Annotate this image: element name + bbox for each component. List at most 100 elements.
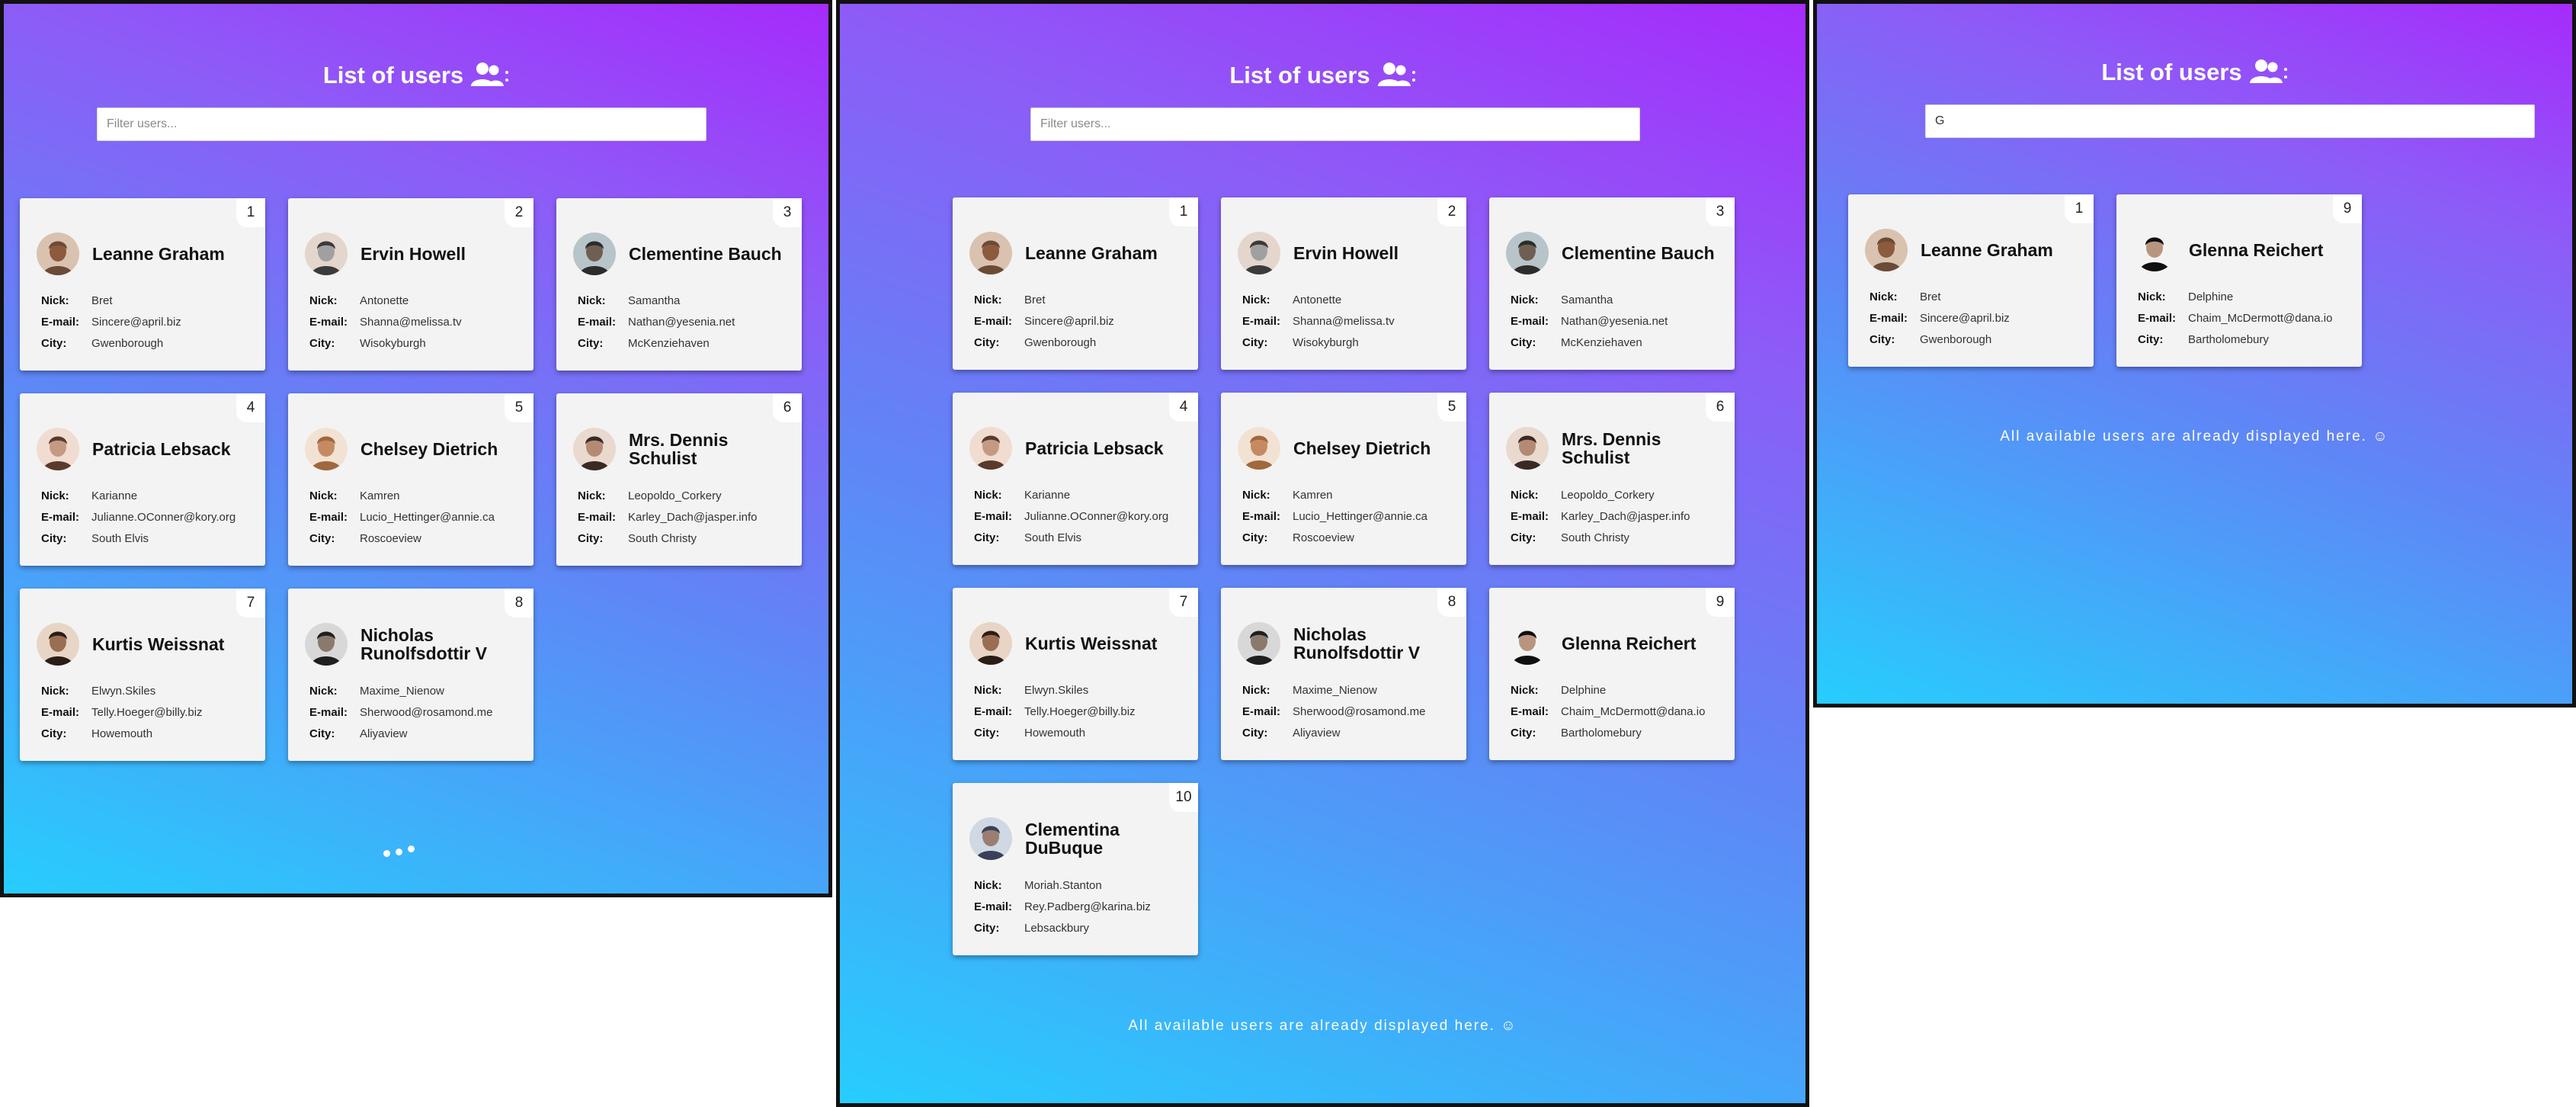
- all-users-displayed-message: All available users are already displaye…: [2000, 428, 2389, 444]
- nick-label: Nick:: [1511, 684, 1539, 697]
- email-label: E-mail:: [309, 706, 348, 719]
- nick-label: Nick:: [1242, 684, 1270, 697]
- user-name: Clementine Bauch: [1562, 243, 1715, 263]
- email-label: E-mail:: [309, 316, 348, 329]
- city-label: City:: [1870, 333, 1895, 346]
- city-label: City:: [1511, 727, 1536, 740]
- user-details: Nick: Karianne E-mail: Julianne.OConner@kor…: [974, 489, 1168, 553]
- user-details: Nick: Elwyn.Skiles E-mail: Telly.Hoeger@bil…: [974, 684, 1136, 748]
- avatar: [2133, 229, 2176, 271]
- nick-value: Moriah.Stanton: [1024, 879, 1102, 892]
- user-details: Nick: Leopoldo_Corkery E-mail: Karley_Dach@…: [1511, 489, 1690, 553]
- user-name: Leanne Graham: [92, 244, 225, 264]
- city-value: McKenziehaven: [1561, 336, 1642, 349]
- city-value: Roscoeview: [360, 532, 421, 545]
- email-label: E-mail:: [1870, 312, 1908, 325]
- avatar: [969, 232, 1012, 274]
- nick-value: Elwyn.Skiles: [91, 685, 156, 698]
- loading-dots-icon: [383, 844, 429, 859]
- user-name: Kurtis Weissnat: [1025, 634, 1158, 653]
- email-value: Shanna@melissa.tv: [1293, 315, 1395, 328]
- email-value: Julianne.OConner@kory.org: [1024, 510, 1169, 523]
- email-value: Sincere@april.biz: [1920, 312, 2010, 325]
- user-card: 8 Nicholas Runolfsdottir V Nick: Maxime_Nie…: [1221, 588, 1466, 760]
- user-id-badge: 2: [1437, 197, 1466, 226]
- user-id-badge: 5: [1437, 393, 1466, 422]
- user-card: 3 Clementine Bauch Nick: Samantha E-mail: Nat…: [1489, 197, 1735, 370]
- email-value: Lucio_Hettinger@annie.ca: [360, 511, 495, 524]
- email-label: E-mail:: [1242, 315, 1281, 328]
- city-value: South Elvis: [1024, 531, 1082, 544]
- nick-label: Nick:: [578, 294, 606, 307]
- user-id-badge: 3: [773, 198, 802, 227]
- user-name: Leanne Graham: [1921, 240, 2053, 260]
- nick-label: Nick:: [41, 685, 69, 698]
- user-id-badge: 2: [505, 198, 533, 227]
- city-label: City:: [309, 532, 335, 545]
- city-label: City:: [1242, 727, 1268, 740]
- email-value: Telly.Hoeger@billy.biz: [1024, 705, 1136, 718]
- email-value: Karley_Dach@jasper.info: [1561, 510, 1690, 523]
- city-value: Wisokyburgh: [360, 337, 426, 350]
- city-value: Gwenborough: [91, 337, 164, 350]
- user-details: Nick: Kamren E-mail: Lucio_Hettinger@annie.…: [309, 489, 495, 554]
- nick-label: Nick:: [1242, 294, 1270, 306]
- city-label: City:: [578, 337, 604, 350]
- city-label: City:: [578, 532, 604, 545]
- user-name: Ervin Howell: [360, 244, 466, 264]
- user-details: Nick: Bret E-mail: Sincere@april.biz City: Gw…: [1870, 290, 2010, 355]
- nick-label: Nick:: [974, 684, 1002, 697]
- user-id-badge: 6: [773, 393, 802, 422]
- nick-value: Bret: [91, 294, 113, 307]
- avatar: [573, 428, 616, 470]
- email-value: Telly.Hoeger@billy.biz: [91, 706, 203, 719]
- users-icon: [471, 63, 509, 86]
- avatar: [305, 428, 348, 470]
- user-details: Nick: Leopoldo_Corkery E-mail: Karley_Dach@…: [578, 489, 757, 554]
- user-details: Nick: Antonette E-mail: Shanna@melissa.tv Ci…: [1242, 294, 1395, 358]
- email-label: E-mail:: [1511, 315, 1549, 328]
- user-id-badge: 9: [1706, 588, 1735, 617]
- user-details: Nick: Elwyn.Skiles E-mail: Telly.Hoeger@bil…: [41, 685, 203, 749]
- nick-label: Nick:: [1870, 290, 1898, 303]
- avatar: [1238, 427, 1280, 470]
- city-value: Howemouth: [1024, 727, 1086, 740]
- city-label: City:: [2138, 333, 2164, 346]
- nick-value: Leopoldo_Corkery: [628, 489, 722, 502]
- city-label: City:: [41, 337, 67, 350]
- user-id-badge: 10: [1169, 783, 1198, 812]
- nick-label: Nick:: [974, 294, 1002, 306]
- filter-users-input[interactable]: [97, 107, 706, 141]
- city-value: Roscoeview: [1293, 531, 1354, 544]
- avatar: [37, 428, 79, 470]
- city-label: City:: [41, 727, 67, 740]
- email-label: E-mail:: [578, 316, 617, 329]
- nick-label: Nick:: [1511, 294, 1539, 306]
- user-card: 4 Patricia Lebsack Nick: Karianne E-mail: Jul…: [953, 393, 1198, 565]
- nick-label: Nick:: [974, 879, 1002, 892]
- email-value: Karley_Dach@jasper.info: [628, 511, 758, 524]
- city-value: Aliyaview: [360, 727, 408, 740]
- city-label: City:: [974, 922, 1000, 935]
- city-label: City:: [974, 531, 1000, 544]
- email-value: Sherwood@rosamond.me: [360, 706, 493, 719]
- user-details: Nick: Delphine E-mail: Chaim_McDermott@dana…: [2138, 290, 2332, 355]
- avatar: [305, 623, 348, 666]
- avatar: [1506, 232, 1549, 274]
- nick-value: Leopoldo_Corkery: [1561, 489, 1655, 502]
- email-label: E-mail:: [41, 706, 80, 719]
- email-value: Shanna@melissa.tv: [360, 316, 462, 329]
- filter-users-input[interactable]: [1925, 104, 2535, 138]
- user-card: 2 Ervin Howell Nick: Antonette E-mail: Shanna…: [288, 198, 533, 371]
- city-value: South Elvis: [91, 532, 149, 545]
- nick-label: Nick:: [41, 489, 69, 502]
- filter-users-input[interactable]: [1030, 107, 1640, 141]
- city-value: Howemouth: [91, 727, 153, 740]
- user-id-badge: 7: [1169, 588, 1198, 617]
- city-label: City:: [309, 337, 335, 350]
- email-label: E-mail:: [974, 705, 1013, 718]
- city-value: Wisokyburgh: [1293, 336, 1359, 349]
- email-value: Sincere@april.biz: [1024, 315, 1114, 328]
- page-title: List of users: [840, 62, 1805, 89]
- user-name: Patricia Lebsack: [92, 439, 231, 459]
